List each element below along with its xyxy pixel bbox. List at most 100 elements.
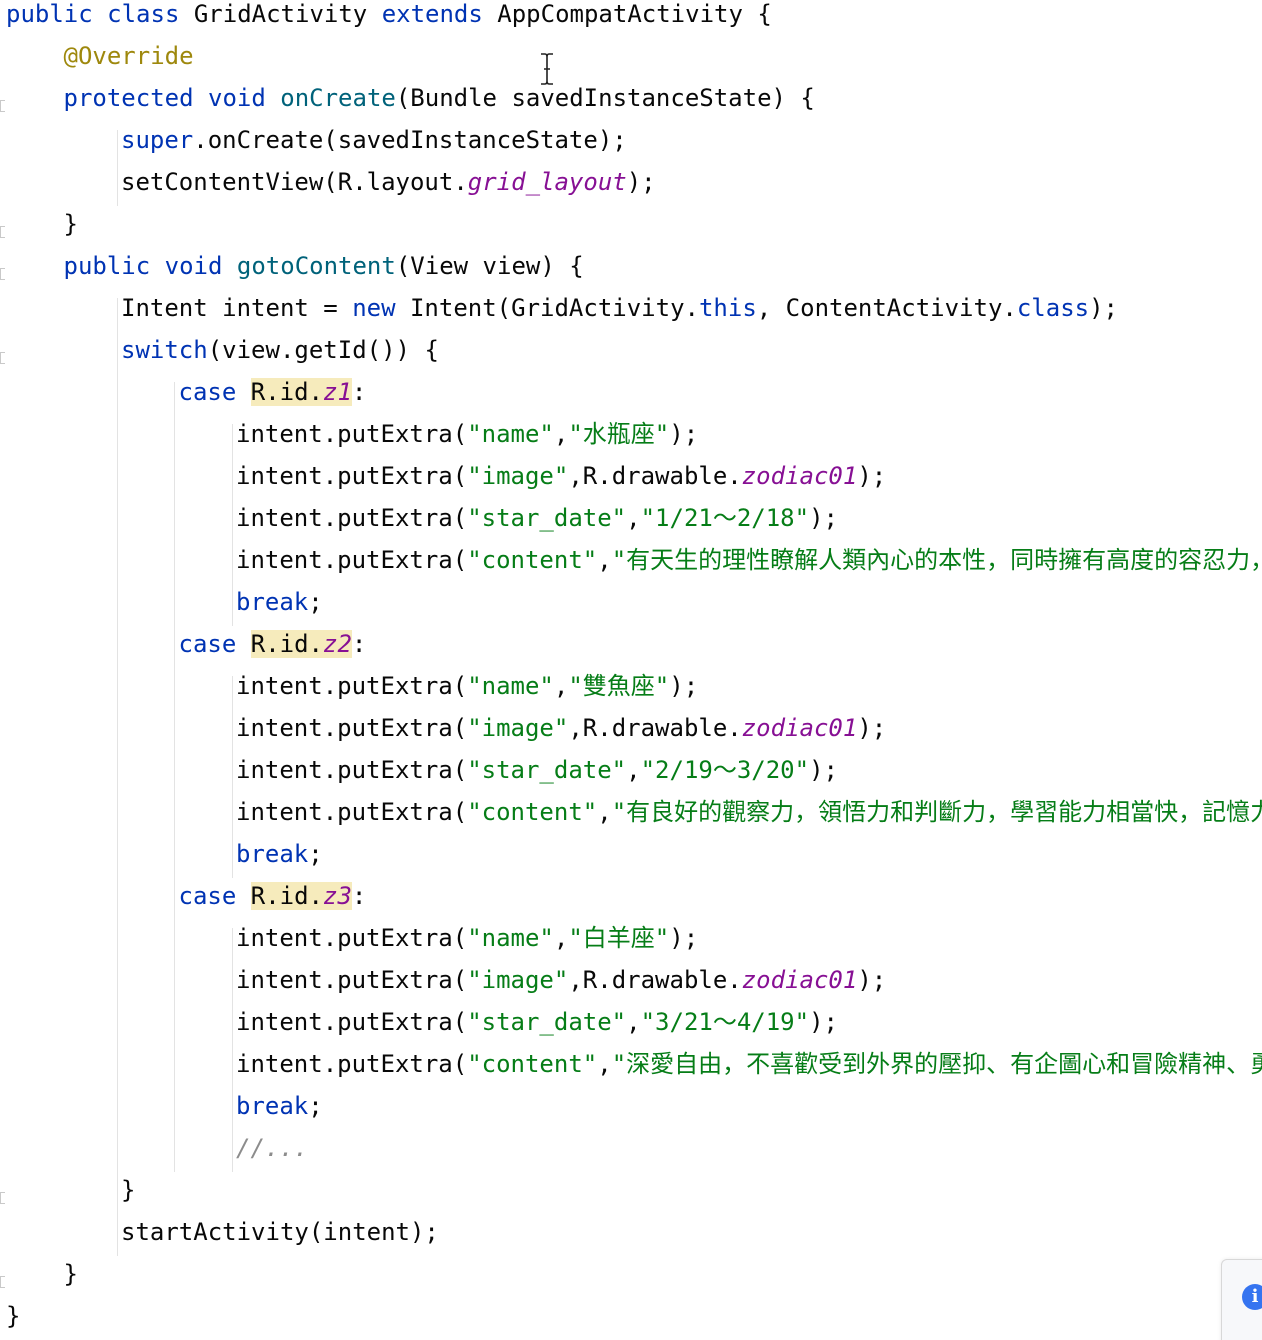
code-line[interactable]: super.onCreate(savedInstanceState);: [121, 119, 627, 161]
code-token: intent.putExtra(: [236, 1050, 468, 1078]
code-line[interactable]: intent.putExtra("name","白羊座");: [236, 917, 698, 959]
code-token: "name": [467, 924, 554, 952]
code-token: public class: [6, 0, 194, 28]
code-token: ,R.drawable.: [568, 462, 742, 490]
code-token: Intent(GridActivity.: [409, 294, 699, 322]
code-token: switch: [121, 336, 208, 364]
code-token: ,: [597, 1050, 612, 1078]
code-token: "image": [467, 462, 569, 490]
code-line[interactable]: startActivity(intent);: [121, 1211, 439, 1253]
code-line[interactable]: }: [6, 1295, 20, 1337]
code-token: case: [178, 630, 251, 658]
code-line[interactable]: protected void onCreate(Bundle savedInst…: [64, 77, 815, 119]
code-token: z1: [323, 378, 352, 406]
code-token: intent.putExtra(: [236, 756, 468, 784]
code-line[interactable]: public class GridActivity extends AppCom…: [6, 0, 772, 35]
code-line[interactable]: intent.putExtra("image",R.drawable.zodia…: [236, 455, 886, 497]
fold-marker[interactable]: [0, 1192, 5, 1204]
code-token: gotoContent: [236, 252, 396, 280]
code-line[interactable]: Intent intent = new Intent(GridActivity.…: [121, 287, 1118, 329]
code-line[interactable]: switch(view.getId()) {: [121, 329, 439, 371]
code-line[interactable]: intent.putExtra("star_date","3/21～4/19")…: [236, 1001, 838, 1043]
code-token: :: [351, 630, 367, 658]
code-line[interactable]: break;: [236, 581, 323, 623]
code-line[interactable]: intent.putExtra("name","水瓶座");: [236, 413, 698, 455]
info-icon[interactable]: i: [1242, 1284, 1262, 1310]
indent-guide: [174, 382, 175, 1172]
code-token: AppCompatActivity {: [497, 0, 772, 28]
code-line[interactable]: case R.id.z2:: [178, 623, 367, 665]
indent-guide: [231, 928, 233, 1172]
code-line[interactable]: //...: [236, 1127, 308, 1169]
code-line[interactable]: }: [121, 1169, 135, 1211]
code-token: );: [857, 462, 887, 490]
code-token: zodiac01: [741, 966, 858, 994]
code-line[interactable]: intent.putExtra("content","有良好的觀察力，領悟力和判…: [236, 791, 1262, 833]
code-token: R.id.: [250, 630, 323, 658]
code-token: (Bundle savedInstanceState) {: [395, 84, 815, 112]
code-token: ,: [626, 504, 641, 532]
code-token: ,: [553, 420, 569, 448]
code-token: intent.putExtra(: [236, 546, 468, 574]
fold-marker[interactable]: [0, 1276, 5, 1288]
code-token: ,: [626, 1008, 641, 1036]
code-token: );: [626, 168, 656, 196]
code-line[interactable]: case R.id.z1:: [178, 371, 367, 413]
code-token: "3/21～4/19": [640, 1008, 810, 1036]
code-token: case: [178, 882, 251, 910]
code-line[interactable]: intent.putExtra("name","雙魚座");: [236, 665, 698, 707]
code-token: intent.putExtra(: [236, 462, 468, 490]
text-cursor-icon: [541, 53, 553, 85]
code-token: }: [6, 1302, 21, 1330]
code-token: "水瓶座": [568, 420, 670, 448]
code-line[interactable]: intent.putExtra("content","有天生的理性瞭解人類內心的…: [236, 539, 1262, 581]
indent-guide: [231, 424, 233, 626]
code-token: intent.putExtra(: [236, 504, 468, 532]
code-line[interactable]: break;: [236, 833, 323, 875]
fold-marker[interactable]: [0, 226, 5, 238]
code-token: zodiac01: [741, 714, 858, 742]
code-token: :: [351, 882, 367, 910]
code-token: break: [236, 1092, 309, 1120]
code-token: startActivity(intent);: [121, 1218, 439, 1246]
code-line[interactable]: }: [64, 1253, 78, 1295]
code-token: GridActivity: [193, 0, 382, 28]
code-token: );: [857, 714, 887, 742]
code-token: );: [809, 504, 838, 532]
code-token: ;: [308, 840, 323, 868]
notification-panel[interactable]: i: [1221, 1259, 1262, 1340]
code-line[interactable]: intent.putExtra("star_date","2/19～3/20")…: [236, 749, 838, 791]
code-line[interactable]: break;: [236, 1085, 323, 1127]
code-token: break: [236, 588, 309, 616]
code-token: case: [178, 378, 251, 406]
code-line[interactable]: intent.putExtra("content","深愛自由，不喜歡受到外界的…: [236, 1043, 1262, 1085]
code-token: grid_layout: [467, 168, 627, 196]
code-line[interactable]: intent.putExtra("star_date","1/21～2/18")…: [236, 497, 838, 539]
code-token: R.id.: [250, 378, 323, 406]
code-line[interactable]: case R.id.z3:: [178, 875, 367, 917]
code-token: "star_date": [467, 504, 627, 532]
code-token: "image": [467, 714, 569, 742]
code-token: "star_date": [467, 1008, 627, 1036]
code-token: this: [698, 294, 757, 322]
code-token: :: [351, 378, 367, 406]
code-token: "name": [467, 672, 554, 700]
code-token: ,: [597, 798, 612, 826]
code-token: "雙魚座": [568, 672, 670, 700]
code-line[interactable]: @Override: [64, 35, 194, 77]
fold-marker[interactable]: [0, 268, 5, 280]
code-token: );: [669, 672, 699, 700]
code-token: );: [669, 420, 699, 448]
code-line[interactable]: intent.putExtra("image",R.drawable.zodia…: [236, 707, 886, 749]
code-line[interactable]: setContentView(R.layout.grid_layout);: [121, 161, 656, 203]
code-token: "2/19～3/20": [640, 756, 810, 784]
code-token: "有良好的觀察力，領悟力和判斷力，學習能力相當快，記憶力: [611, 798, 1262, 826]
fold-marker[interactable]: [0, 100, 5, 112]
code-line[interactable]: intent.putExtra("image",R.drawable.zodia…: [236, 959, 886, 1001]
code-line[interactable]: public void gotoContent(View view) {: [64, 245, 584, 287]
code-token: intent.putExtra(: [236, 672, 468, 700]
code-token: @Override: [63, 42, 194, 70]
code-line[interactable]: }: [64, 203, 78, 245]
fold-marker[interactable]: [0, 352, 5, 364]
code-editor[interactable]: public class GridActivity extends AppCom…: [0, 0, 1262, 1340]
